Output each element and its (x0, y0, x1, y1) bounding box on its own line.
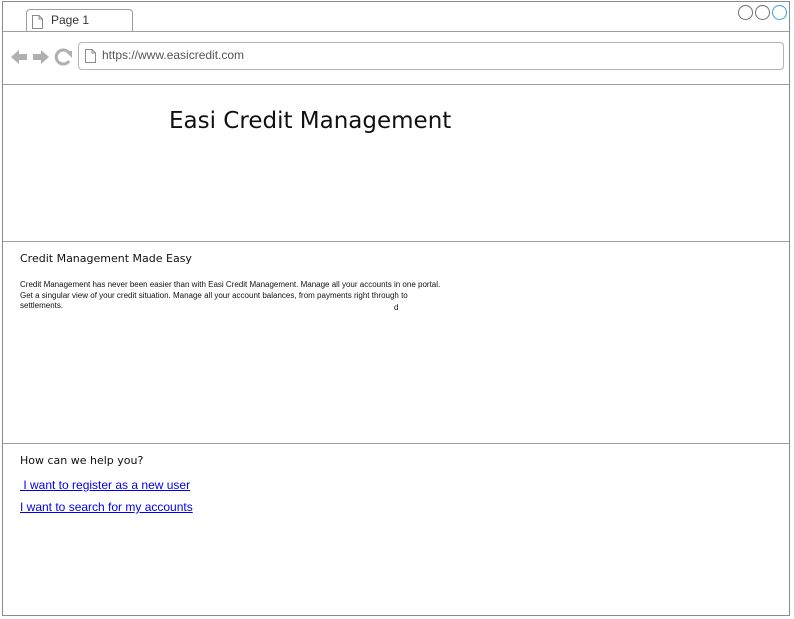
intro-heading: Credit Management Made Easy (20, 252, 192, 265)
address-bar[interactable]: https://www.easicredit.com (78, 42, 784, 70)
navigation-controls (11, 48, 72, 66)
register-link[interactable]: I want to register as a new user (20, 478, 190, 492)
page-icon (32, 15, 43, 29)
browser-tab[interactable]: Page 1 (26, 9, 133, 32)
maximize-button[interactable] (755, 5, 770, 20)
section-divider (3, 443, 789, 444)
page-title: Easi Credit Management (169, 108, 452, 134)
forward-arrow-icon[interactable] (33, 50, 49, 64)
browser-window: Page 1 https://www.easicredit.com Easi C… (2, 1, 790, 616)
help-heading: How can we help you? (20, 454, 144, 467)
section-divider (3, 241, 789, 242)
back-arrow-icon[interactable] (11, 50, 27, 64)
search-accounts-link[interactable]: I want to search for my accounts (20, 500, 193, 514)
tab-strip-border (3, 31, 789, 32)
toolbar-divider (3, 84, 789, 85)
reload-icon[interactable] (54, 48, 72, 66)
close-button[interactable] (772, 5, 787, 20)
url-text[interactable]: https://www.easicredit.com (102, 48, 244, 62)
intro-paragraph: Credit Management has never been easier … (20, 280, 441, 310)
page-icon (85, 49, 96, 63)
window-controls (738, 5, 787, 20)
tab-label: Page 1 (51, 13, 90, 27)
minimize-button[interactable] (738, 5, 753, 20)
stray-text: d (394, 303, 399, 312)
